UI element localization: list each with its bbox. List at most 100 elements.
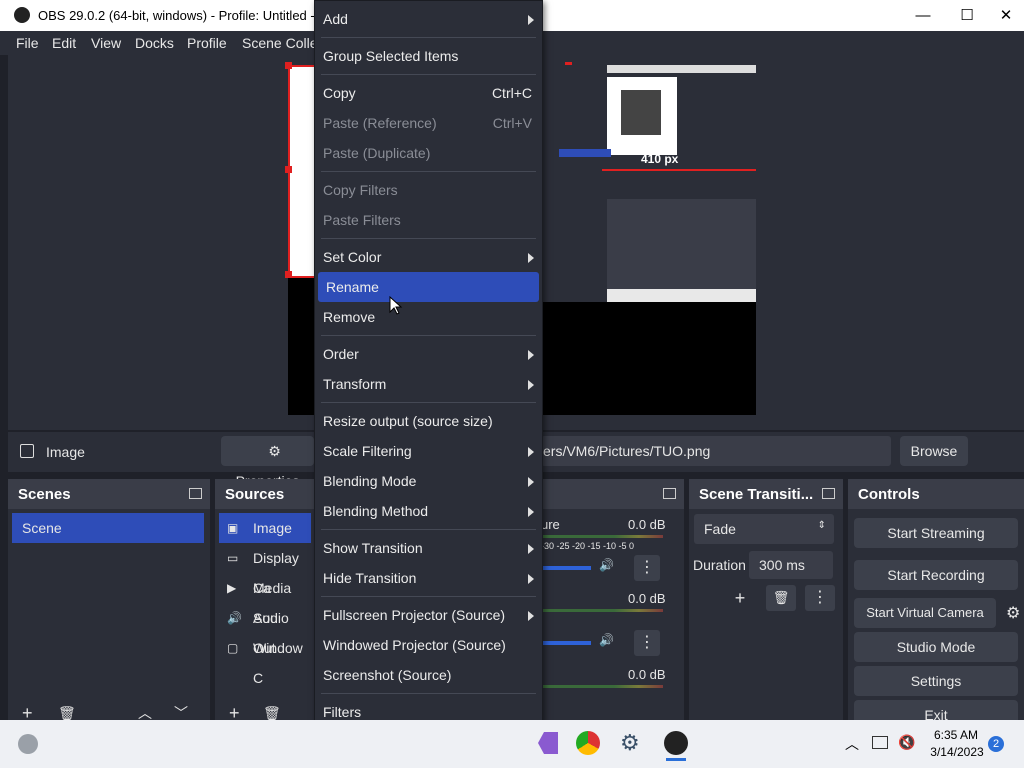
popout-icon[interactable] [189,488,202,499]
menu-item-order[interactable]: Order [315,339,542,369]
add-transition-button[interactable]: + [725,585,755,611]
mouse-cursor-icon [389,296,403,315]
menu-item-label: Paste (Duplicate) [323,145,431,161]
menu-item-group-selected-items[interactable]: Group Selected Items [315,41,542,71]
settings-gear-icon[interactable]: ⚙ [620,730,640,756]
measure-label: 410 px [641,152,679,166]
menu-item-rename[interactable]: Rename [318,272,539,302]
menu-item-label: Fullscreen Projector (Source) [323,607,506,623]
menu-item-label: Scale Filtering [323,443,412,459]
menu-item-paste-reference: Paste (Reference) Ctrl+V [315,108,542,138]
menu-item-add[interactable]: Add [315,4,542,34]
speaker-icon[interactable]: 🔊 [599,558,614,572]
menu-item-scale-filtering[interactable]: Scale Filtering [315,436,542,466]
menu-item-windowed-projector-source[interactable]: Windowed Projector (Source) [315,630,542,660]
image-icon: ▣ [227,521,239,535]
menu-item-resize-output-source-size[interactable]: Resize output (source size) [315,406,542,436]
track-db: 0.0 dB [628,591,666,606]
menu-separator [321,171,536,172]
more-options-icon[interactable]: ⋮ [805,585,835,611]
track-db: 0.0 dB [628,517,666,532]
menu-item-copy[interactable]: Copy Ctrl+C [315,78,542,108]
menu-edit[interactable]: Edit [52,35,76,51]
menu-separator [321,238,536,239]
transition-select[interactable]: Fade ⇕ [694,514,834,544]
menu-item-label: Paste Filters [323,212,401,228]
menu-item-fullscreen-projector-source[interactable]: Fullscreen Projector (Source) [315,600,542,630]
properties-button[interactable]: ⚙ Properties [221,436,314,489]
gear-icon[interactable]: ⚙ [1006,603,1020,623]
minimize-button[interactable]: — [900,0,946,31]
clock-date[interactable]: 3/14/2023 [926,745,988,759]
resize-handle[interactable] [285,166,292,173]
network-icon[interactable] [872,736,888,749]
browse-button[interactable]: Browse [900,436,968,466]
display-capture-thumbnail: 410 px [541,65,756,302]
chevron-up-icon[interactable]: ︿ [845,734,859,754]
menu-separator [321,402,536,403]
menu-item-blending-mode[interactable]: Blending Mode [315,466,542,496]
duration-spinbox[interactable]: 300 ms [749,551,833,579]
menu-separator [321,529,536,530]
start-streaming-button[interactable]: Start Streaming [854,518,1018,548]
controls-title: Controls [858,486,920,503]
menu-separator [321,596,536,597]
chevron-right-icon [528,477,534,487]
speaker-icon[interactable]: 🔊 [599,633,614,647]
visual-studio-icon[interactable] [538,732,558,754]
more-options-icon[interactable]: ⋮ [634,630,660,656]
volume-slider[interactable] [541,641,591,645]
clock-time[interactable]: 6:35 AM [930,728,982,742]
monitor-icon: ▭ [227,551,239,565]
menu-item-paste-duplicate: Paste (Duplicate) [315,138,542,168]
trash-icon[interactable]: 🗑 [766,585,796,611]
popout-icon[interactable] [822,488,835,499]
menu-item-label: Set Color [323,249,382,265]
obs-taskbar-icon[interactable] [664,731,688,755]
studio-mode-button[interactable]: Studio Mode [854,632,1018,662]
menu-item-hide-transition[interactable]: Hide Transition [315,563,542,593]
guide-line [602,169,756,171]
start-virtual-camera-button[interactable]: Start Virtual Camera [854,598,996,628]
notification-badge[interactable]: 2 [988,736,1004,752]
menu-profile[interactable]: Profile [187,35,227,51]
file-path-input[interactable]: ers/VM6/Pictures/TUO.png [541,436,891,466]
menu-scene-collection[interactable]: Scene Collec [242,35,325,51]
chevron-right-icon [528,15,534,25]
chevron-right-icon [528,447,534,457]
menu-item-label: Hide Transition [323,570,417,586]
start-recording-button[interactable]: Start Recording [854,560,1018,590]
scenes-dock: Scenes Scene + 🗑 ︿ ﹀ [8,479,210,723]
menu-item-transform[interactable]: Transform [315,369,542,399]
menu-item-label: Resize output (source size) [323,413,493,429]
menu-separator [321,693,536,694]
menu-separator [321,37,536,38]
menu-docks[interactable]: Docks [135,35,174,51]
close-button[interactable]: ✕ [988,0,1024,31]
volume-slider[interactable] [541,566,591,570]
chevron-right-icon [528,380,534,390]
menu-item-label: Add [323,11,348,27]
chrome-icon[interactable] [576,731,600,755]
menu-item-label: Paste (Reference) [323,115,437,131]
menu-view[interactable]: View [91,35,121,51]
menu-separator [321,74,536,75]
menu-item-show-transition[interactable]: Show Transition [315,533,542,563]
popout-icon[interactable] [663,488,676,499]
menu-item-set-color[interactable]: Set Color [315,242,542,272]
start-icon[interactable] [18,734,38,754]
menu-item-screenshot-source[interactable]: Screenshot (Source) [315,660,542,690]
menu-item-blending-method[interactable]: Blending Method [315,496,542,526]
volume-muted-icon[interactable]: 🔇 [898,734,915,751]
scene-item[interactable]: Scene [12,513,204,543]
settings-button[interactable]: Settings [854,666,1018,696]
menu-item-remove[interactable]: Remove [315,302,542,332]
menu-item-label: Windowed Projector (Source) [323,637,506,653]
window-icon: ▢ [227,641,239,655]
more-options-icon[interactable]: ⋮ [634,555,660,581]
menu-file[interactable]: File [16,35,39,51]
maximize-button[interactable]: ☐ [944,0,990,31]
resize-handle[interactable] [285,271,292,278]
menu-item-shortcut: Ctrl+C [491,85,532,101]
resize-handle[interactable] [285,62,292,69]
